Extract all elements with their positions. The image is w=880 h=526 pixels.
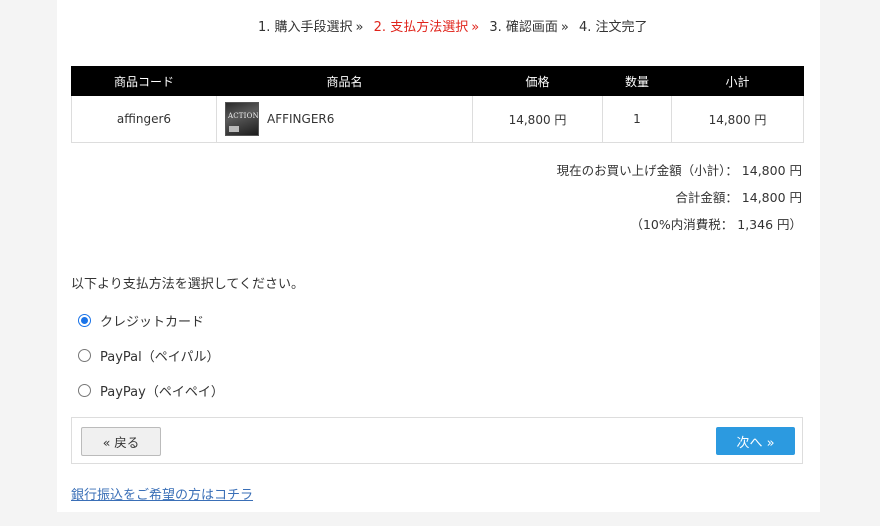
next-button[interactable]: 次へ » (716, 427, 795, 455)
product-code: affinger6 (71, 95, 217, 143)
header-subtotal: 小計 (671, 66, 804, 96)
product-subtotal: 14,800 円 (671, 95, 804, 143)
step-3: 3. 確認画面 (489, 20, 558, 35)
payment-prompt: 以下より支払方法を選択してください。 (71, 277, 304, 292)
payment-option-label: PayPal（ペイパル） (100, 350, 220, 365)
summary-tax: （10%内消費税： 1,346 円） (630, 217, 802, 232)
payment-option-paypal[interactable]: PayPal（ペイパル） (78, 346, 220, 365)
step-separator: » (355, 20, 364, 35)
cart-header-row: 商品コード 商品名 価格 数量 小計 (71, 66, 804, 96)
step-separator: » (471, 20, 480, 35)
step-1: 1. 購入手段選択 (258, 20, 353, 35)
cart-table: 商品コード 商品名 価格 数量 小計 affinger6 ACTION AFFI… (71, 66, 804, 143)
product-quantity: 1 (602, 95, 672, 143)
step-separator: » (560, 20, 569, 35)
payment-option-credit-card[interactable]: クレジットカード (78, 311, 204, 330)
summary-subtotal: 現在のお買い上げ金額（小計）： 14,800 円 (556, 163, 802, 178)
product-name-cell: ACTION AFFINGER6 (216, 95, 473, 143)
product-name: AFFINGER6 (267, 112, 335, 126)
payment-option-paypay[interactable]: PayPay（ペイペイ） (78, 381, 224, 400)
step-2-active: 2. 支払方法選択 (373, 20, 469, 35)
header-product-code: 商品コード (71, 66, 217, 96)
thumbnail-text: ACTION (228, 112, 259, 120)
header-quantity: 数量 (602, 66, 672, 96)
summary-total: 合計金額： 14,800 円 (675, 190, 802, 205)
action-bar: « 戻る 次へ » (71, 417, 803, 464)
header-price: 価格 (472, 66, 603, 96)
header-product-name: 商品名 (216, 66, 473, 96)
payment-option-label: クレジットカード (100, 315, 205, 330)
product-thumbnail: ACTION (225, 102, 259, 136)
back-button[interactable]: « 戻る (81, 427, 161, 456)
radio-unselected-icon[interactable] (78, 384, 91, 397)
bank-transfer-link[interactable]: 銀行振込をご希望の方はコチラ (71, 484, 253, 503)
product-price: 14,800 円 (472, 95, 603, 143)
checkout-steps: 1. 購入手段選択» 2. 支払方法選択» 3. 確認画面» 4. 注文完了 (258, 18, 648, 38)
payment-option-label: PayPay（ペイペイ） (100, 385, 224, 400)
table-row: affinger6 ACTION AFFINGER6 14,800 円 1 14… (71, 95, 804, 143)
step-4: 4. 注文完了 (578, 20, 648, 35)
radio-selected-icon[interactable] (78, 314, 91, 327)
radio-unselected-icon[interactable] (78, 349, 91, 362)
